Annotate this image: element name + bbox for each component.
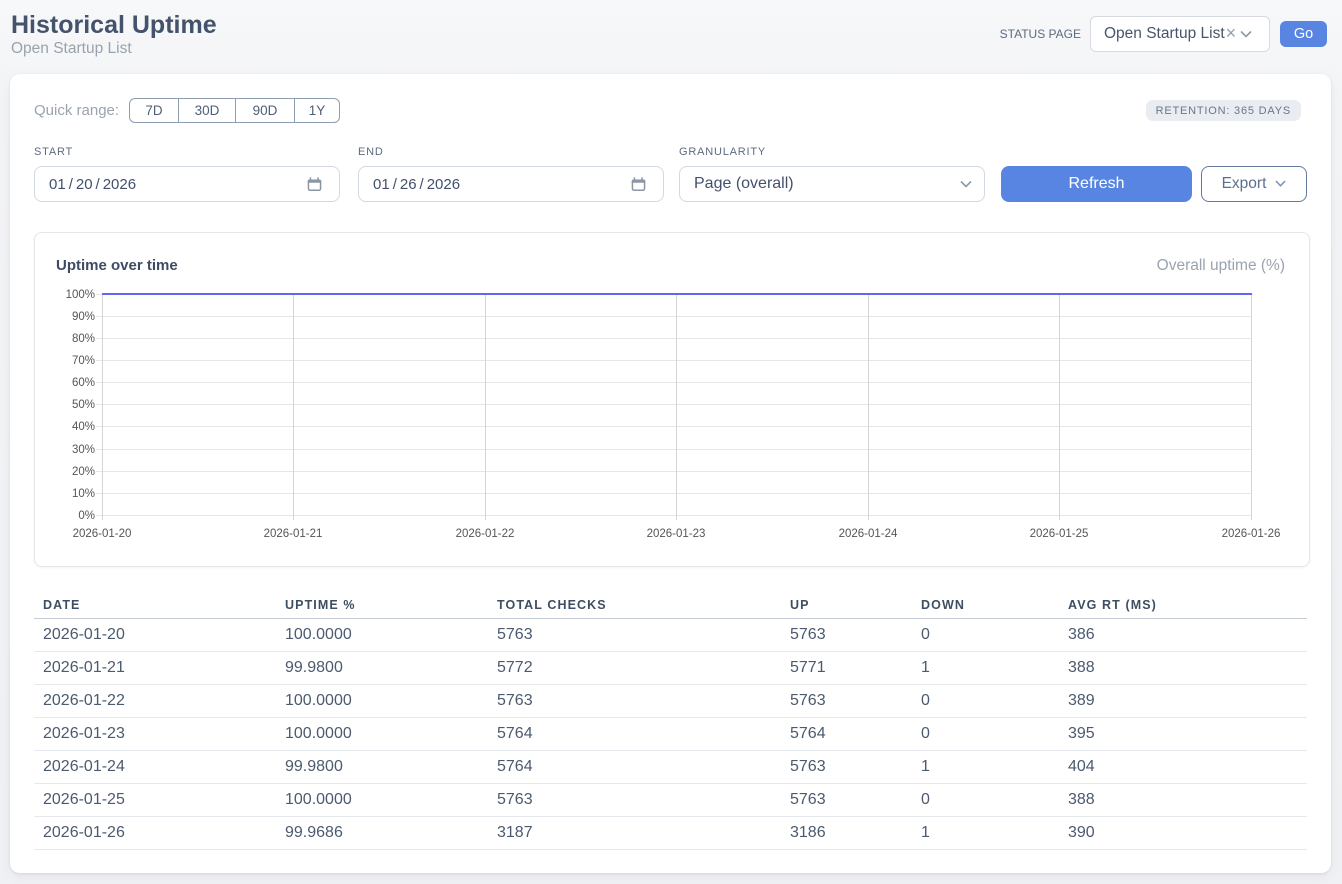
svg-text:2026-01-21: 2026-01-21 — [264, 528, 323, 540]
svg-text:100%: 100% — [66, 289, 95, 301]
svg-text:20%: 20% — [72, 466, 95, 478]
svg-text:2026-01-25: 2026-01-25 — [1030, 528, 1089, 540]
svg-text:2026-01-22: 2026-01-22 — [456, 528, 515, 540]
svg-text:60%: 60% — [72, 377, 95, 389]
svg-text:2026-01-23: 2026-01-23 — [647, 528, 706, 540]
svg-text:2026-01-26: 2026-01-26 — [1222, 528, 1281, 540]
svg-text:0%: 0% — [78, 510, 95, 522]
svg-text:40%: 40% — [72, 421, 95, 433]
svg-text:30%: 30% — [72, 444, 95, 456]
svg-text:10%: 10% — [72, 488, 95, 500]
svg-text:2026-01-24: 2026-01-24 — [839, 528, 898, 540]
svg-text:50%: 50% — [72, 399, 95, 411]
svg-text:90%: 90% — [72, 311, 95, 323]
svg-text:80%: 80% — [72, 333, 95, 345]
svg-text:2026-01-20: 2026-01-20 — [73, 528, 132, 540]
svg-text:70%: 70% — [72, 355, 95, 367]
